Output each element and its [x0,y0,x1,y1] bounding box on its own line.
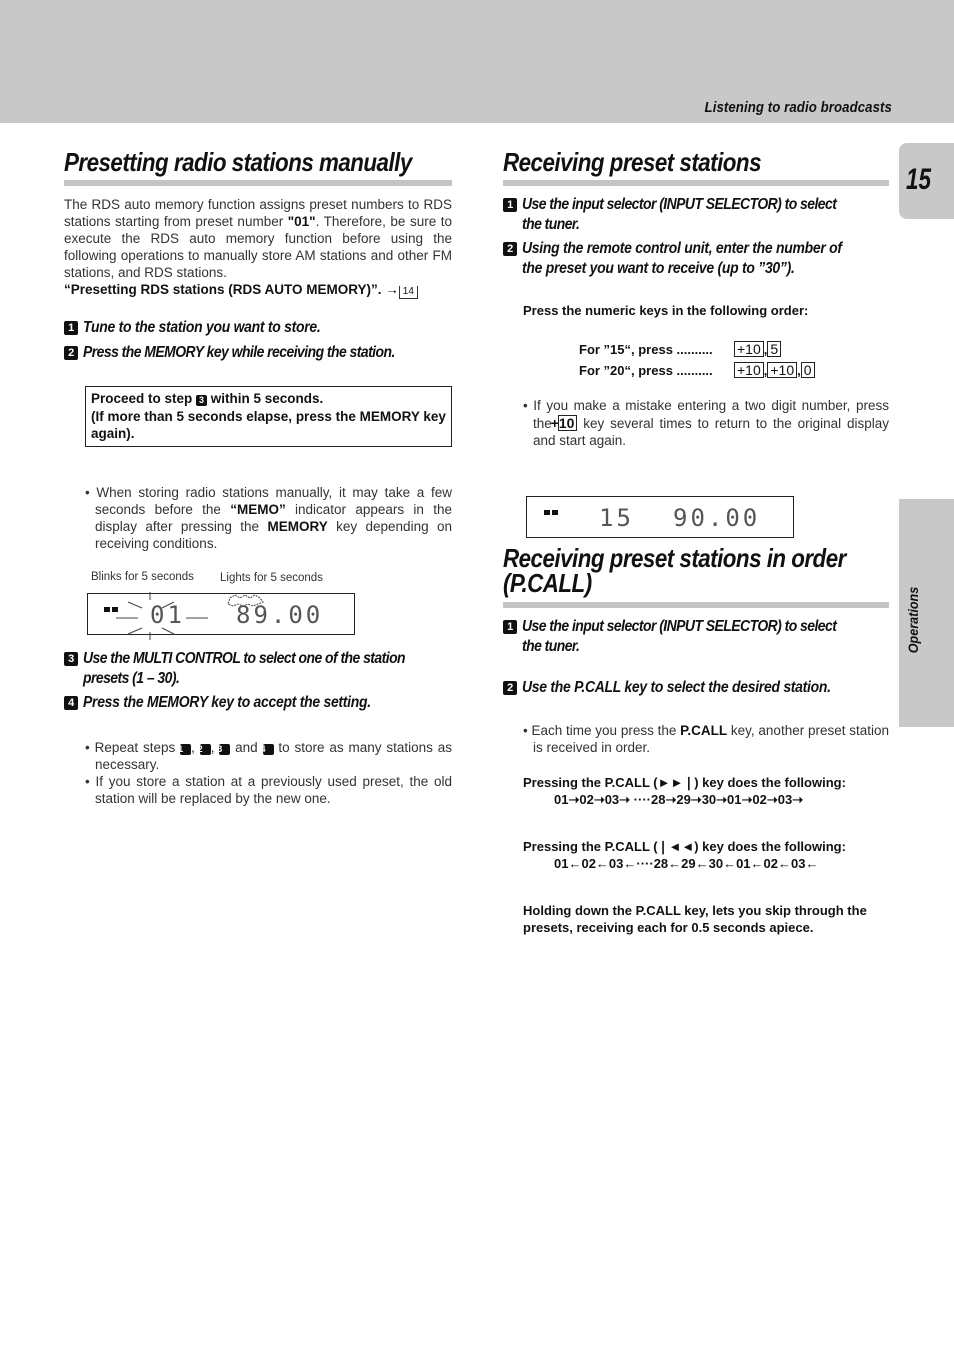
backward-sequence: 01←02←03←····28←29←30←01←02←03← [554,856,819,871]
bullet-text: Repeat steps [94,740,181,755]
lcd-display-memory: 01 89.00 [87,592,355,640]
left-column-lower: 3 Use the MULTI CONTROL to select one of … [64,649,452,807]
step-text: Tune to the station you want to store. [83,319,321,336]
right-column: Receiving preset stations 1 Use the input… [503,147,889,450]
bullet-bold: “MEMO” [230,501,286,517]
forward-sequence: 01➝02➝03➝ ····28➝29➝30➝01➝02➝03➝ [554,792,804,807]
steps-1-2: 1 Tune to the station you want to store. … [64,318,452,363]
key-plus10[interactable]: +10 [734,341,764,357]
step-number-icon: 2 [198,744,211,755]
note-text: within 5 seconds. [207,391,324,406]
key-plus10[interactable]: +10 [551,414,578,431]
step-4: 4 Press the MEMORY key to accept the sett… [64,693,452,713]
step-number-icon: 2 [64,346,78,360]
step-number-icon: 3 [217,744,231,755]
step-number-icon: 3 [64,652,78,666]
step-number-icon: 4 [64,696,78,710]
note-box: Proceed to step 3 within 5 seconds. (If … [85,386,452,447]
pcall-section: Receiving preset stations in order (P.CA… [503,543,890,936]
step-text: Use the P.CALL key to select the desired… [522,679,831,696]
holding-note: Holding down the P.CALL key, lets you sk… [523,903,867,935]
intro-paragraph: The RDS auto memory function assigns pre… [64,196,452,299]
step-text: Use the MULTI CONTROL to select one of t… [83,650,406,687]
key-plus10[interactable]: +10 [734,362,764,378]
title-rule [503,602,889,608]
receive-step-2: 2 Using the remote control unit, enter th… [503,239,889,279]
intro-preset: "01" [287,214,316,229]
preset-number-display: 01 [150,601,185,629]
receive-step-1: 1 Use the input selector (INPUT SELECTOR)… [503,195,889,235]
reference-text: “Presetting RDS stations (RDS AUTO MEMOR… [64,282,382,297]
note-text: Proceed to step [91,391,197,406]
step-text: Using the remote control unit, enter the… [522,240,842,277]
note-line-2: (If more than 5 seconds elapse, press th… [91,408,446,442]
bullet-text: and [235,740,258,755]
reference-line: “Presetting RDS stations (RDS AUTO MEMOR… [64,281,452,299]
key-plus10[interactable]: +10 [767,362,798,378]
key-0[interactable]: 0 [800,362,815,378]
example-label: For ”20“, press .......... [579,363,713,378]
example-20: For ”20“, press .......... +10, +10, 0 [579,360,889,381]
blink-label: Blinks for 5 seconds [91,571,194,583]
step-number-icon: 1 [64,321,78,335]
step-2: 2 Press the MEMORY key while receiving th… [64,343,452,363]
light-label: Lights for 5 seconds [220,572,323,584]
bullet-text: key several times to return to the origi… [533,415,889,449]
repeat-bullet: • Repeat steps 1, 2, 3 and 4 to store as… [85,740,452,772]
step-number-icon: 2 [503,242,517,256]
receiving-title: Receiving preset stations [503,147,762,177]
step-number-icon: 1 [178,744,192,755]
step-number-icon: 1 [503,620,517,634]
example-label: For ”15“, press .......... [579,342,713,357]
forward-heading: Pressing the P.CALL (►►❘) key does the f… [523,775,846,790]
bullet-bold: P.CALL [680,723,728,738]
numeric-keys-heading: Press the numeric keys in the following … [523,303,809,318]
backward-block: Pressing the P.CALL (❘◄◄) key does the f… [523,838,889,872]
left-title: Presetting radio stations manually [64,147,412,177]
book-page-ref[interactable]: 14 [398,286,418,299]
step-1: 1 Tune to the station you want to store. [64,318,452,338]
mistake-bullet: • If you make a mistake entering a two d… [523,398,889,449]
step-text: Use the input selector (INPUT SELECTOR) … [522,618,837,655]
step-number-icon: 3 [196,395,208,406]
title-rule [64,180,452,186]
forward-block: Pressing the P.CALL (►►❘) key does the f… [523,774,889,808]
note-line-1: Proceed to step 3 within 5 seconds. [91,390,446,408]
pcall-step-1: 1 Use the input selector (INPUT SELECTOR)… [503,617,889,657]
step-text: Press the MEMORY key while receiving the… [83,344,395,361]
lcd-display-preset: 15 90.00 [526,496,794,538]
example-15: For ”15“, press .......... +10, 5 [579,339,889,360]
pcall-step-2: 2 Use the P.CALL key to select the desire… [503,678,889,698]
replace-bullet: • If you store a station at a previously… [85,774,452,806]
left-column: Presetting radio stations manually The R… [64,147,452,552]
frequency-display: 89.00 [236,601,324,629]
title-rule [503,180,889,186]
preset-number-display: 15 [599,504,634,532]
step-number-icon: 4 [261,744,274,755]
step-number-icon: 1 [503,198,517,212]
key-examples: For ”15“, press .......... +10, 5 For ”20“… [579,339,889,381]
pcall-title: Receiving preset stations in order (P.CA… [503,543,846,598]
backward-heading: Pressing the P.CALL (❘◄◄) key does the f… [523,839,846,854]
memo-bullet: • When storing radio stations manually, … [85,484,452,551]
indicator-squares [544,502,560,520]
bullet-text: Each time you press the [531,723,681,738]
section-label: Listening to radio broadcasts [704,99,892,116]
frequency-display: 90.00 [673,504,761,532]
step-text: Press the MEMORY key to accept the setti… [83,694,371,711]
bullet-bold: MEMORY [267,518,328,534]
step-text: Use the input selector (INPUT SELECTOR) … [522,196,837,233]
side-tab-text: Operations [905,586,921,654]
bullet-text: If you store a station at a previously u… [95,774,452,806]
arrow-icon: → [385,282,399,297]
page-number: 15 [906,163,932,196]
step-3: 3 Use the MULTI CONTROL to select one of … [64,649,452,689]
step-number-icon: 2 [503,681,517,695]
pcall-bullet: • Each time you press the P.CALL key, an… [523,723,890,755]
key-5[interactable]: 5 [767,341,782,357]
